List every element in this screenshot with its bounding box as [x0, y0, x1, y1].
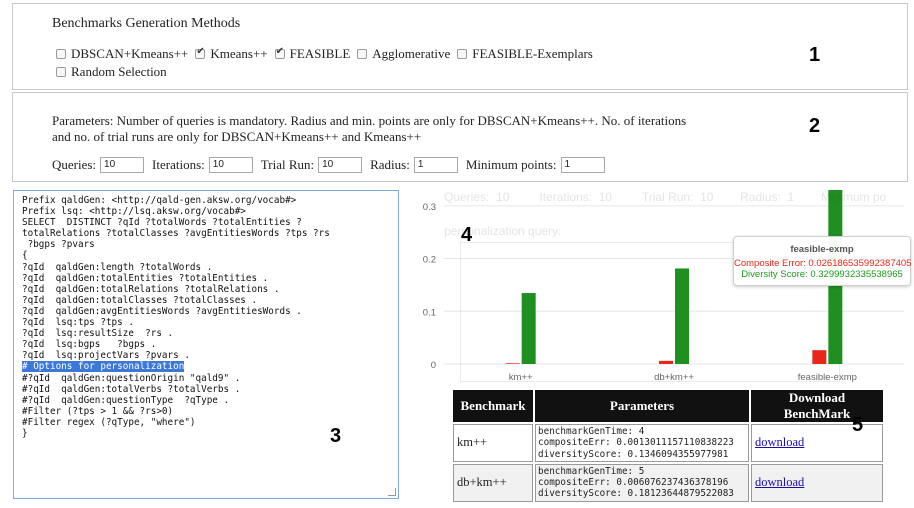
tooltip-composite-error: Composite Error: 0.026186535992387405: [734, 258, 912, 269]
trial-run-input[interactable]: 10: [318, 157, 363, 173]
checkbox-icon[interactable]: [357, 49, 368, 59]
download-link[interactable]: download: [755, 475, 804, 489]
bar-composite-error: [659, 360, 673, 364]
methods-row-1: DBSCAN+Kmeans++ Kmeans++ FEASIBLE Agglom…: [56, 46, 600, 62]
benchmark-params: benchmarkGenTime: 5 compositeErr: 0.0060…: [535, 463, 749, 502]
table-header-row: Benchmark Parameters Download BenchMark: [453, 390, 883, 422]
checkbox-icon[interactable]: [56, 49, 66, 59]
methods-heading: Benchmarks Generation Methods: [52, 16, 241, 31]
methods-panel: Benchmarks Generation Methods DBSCAN+Kme…: [12, 3, 908, 90]
header-parameters: Parameters: [535, 390, 749, 422]
x-tick-label: feasible-exmp: [798, 372, 857, 383]
option-kmeans[interactable]: Kmeans++: [195, 46, 268, 62]
parameters-description: Parameters: Number of queries is mandato…: [52, 113, 687, 144]
chart-tooltip: feasible-exmp Composite Error: 0.0261865…: [733, 236, 911, 286]
resize-handle-icon[interactable]: [388, 488, 396, 496]
bar-chart: 0 0.1 0.2 0.3 km++ db+km++ feasible-exmp: [423, 190, 904, 383]
bar-composite-error: [812, 350, 827, 364]
download-cell: download: [751, 463, 883, 502]
radius-input[interactable]: 1: [413, 157, 458, 173]
callout-5: 5: [852, 414, 864, 436]
queries-input[interactable]: 10: [100, 157, 145, 173]
checkbox-icon[interactable]: [56, 67, 66, 77]
query-lines-before: Prefix qaldGen: <http://qald-gen.aksw.or…: [22, 195, 330, 362]
callout-4: 4: [461, 224, 473, 246]
queries-label: Queries:: [52, 157, 97, 172]
callout-2: 2: [809, 115, 821, 137]
y-tick-label: 0.3: [423, 202, 436, 213]
benchmark-name: db+km++: [453, 463, 533, 502]
query-lines-after: #?qId qaldGen:questionOrigin "qald9" . #…: [22, 372, 241, 439]
tooltip-diversity-score: Diversity Score: 0.3299932335538965: [741, 269, 903, 280]
option-agglomerative[interactable]: Agglomerative: [357, 46, 450, 62]
query-text[interactable]: Prefix qaldGen: <http://qald-gen.aksw.or…: [22, 195, 330, 439]
parameters-row: Queries: 10 Iterations: 10 Trial Run: 10…: [52, 157, 613, 173]
benchmark-table: Benchmark Parameters Download BenchMark …: [451, 388, 885, 504]
radius-label: Radius:: [370, 157, 410, 172]
callout-1: 1: [809, 44, 821, 66]
methods-row-2: Random Selection: [56, 64, 174, 80]
query-highlighted-comment: # Options for personalization: [22, 361, 185, 373]
y-tick-label: 0.2: [423, 255, 436, 266]
option-feasible-exemplars[interactable]: FEASIBLE-Exemplars: [457, 46, 593, 62]
iterations-input[interactable]: 10: [208, 157, 253, 173]
table-row: db+km++ benchmarkGenTime: 5 compositeErr…: [453, 463, 883, 502]
bar-composite-error: [505, 363, 520, 364]
query-textarea[interactable]: Prefix qaldGen: <http://qald-gen.aksw.or…: [13, 190, 399, 499]
parameters-panel: Parameters: Number of queries is mandato…: [12, 92, 908, 182]
table-row: km++ benchmarkGenTime: 4 compositeErr: 0…: [453, 424, 883, 462]
minimum-points-label: Minimum points:: [465, 157, 557, 172]
option-random-selection[interactable]: Random Selection: [56, 64, 167, 80]
y-tick-label: 0: [431, 360, 436, 371]
download-link[interactable]: download: [755, 435, 804, 449]
minimum-points-input[interactable]: 1: [560, 157, 605, 173]
checkbox-checked-icon[interactable]: [195, 46, 206, 59]
x-tick-label: db+km++: [654, 372, 694, 383]
bar-diversity-score: [675, 268, 689, 364]
benchmark-name: km++: [453, 424, 533, 462]
tooltip-title: feasible-exmp: [790, 244, 854, 255]
header-download: Download BenchMark: [751, 390, 883, 422]
chart-area: Queries: 10 Iterations: 10 Trial Run: 10…: [404, 186, 910, 388]
x-tick-label: km++: [509, 372, 533, 383]
trial-run-label: Trial Run:: [260, 157, 315, 172]
iterations-label: Iterations:: [152, 157, 205, 172]
option-feasible[interactable]: FEASIBLE: [274, 46, 350, 62]
checkbox-icon[interactable]: [457, 49, 468, 59]
download-cell: download: [751, 424, 883, 462]
bar-diversity-score: [521, 293, 536, 364]
option-dbscan-kmeans[interactable]: DBSCAN+Kmeans++: [56, 46, 188, 62]
y-tick-label: 0.1: [423, 307, 436, 318]
checkbox-checked-icon[interactable]: [274, 46, 285, 59]
benchmark-params: benchmarkGenTime: 4 compositeErr: 0.0013…: [535, 424, 749, 462]
header-benchmark: Benchmark: [453, 390, 533, 422]
callout-3: 3: [330, 425, 342, 447]
